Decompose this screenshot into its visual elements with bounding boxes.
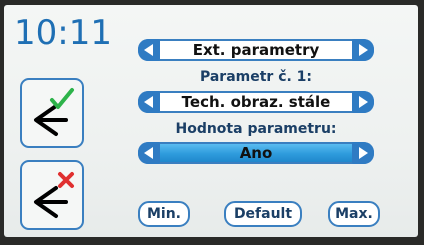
arrow-right-icon[interactable] bbox=[352, 142, 374, 164]
confirm-button[interactable] bbox=[20, 78, 84, 148]
value-selector: Ano bbox=[138, 142, 374, 164]
arrow-left-icon[interactable] bbox=[138, 91, 160, 113]
parameter-label: Parametr č. 1: bbox=[199, 69, 313, 85]
parameter-value-label: Hodnota parametru: bbox=[175, 121, 337, 137]
clock: 10:11 bbox=[14, 13, 112, 53]
back-cross-icon bbox=[34, 172, 74, 218]
section-selector: Ext. parametry bbox=[138, 39, 374, 61]
value-current: Ano bbox=[239, 144, 273, 162]
back-check-icon bbox=[34, 88, 74, 136]
arrow-right-icon[interactable] bbox=[352, 91, 374, 113]
default-button[interactable]: Default bbox=[224, 201, 302, 227]
parameter-selector: Tech. obraz. stále bbox=[138, 91, 374, 113]
parameter-value: Tech. obraz. stále bbox=[181, 93, 331, 111]
max-button[interactable]: Max. bbox=[328, 201, 380, 227]
arrow-right-icon[interactable] bbox=[352, 39, 374, 61]
arrow-left-icon[interactable] bbox=[138, 142, 160, 164]
section-value: Ext. parametry bbox=[192, 41, 320, 59]
arrow-left-icon[interactable] bbox=[138, 39, 160, 61]
min-button[interactable]: Min. bbox=[138, 201, 190, 227]
device-screen: 10:11 Ext. parametry Parametr č. 1: Tech… bbox=[4, 5, 418, 237]
cancel-button[interactable] bbox=[20, 160, 84, 230]
